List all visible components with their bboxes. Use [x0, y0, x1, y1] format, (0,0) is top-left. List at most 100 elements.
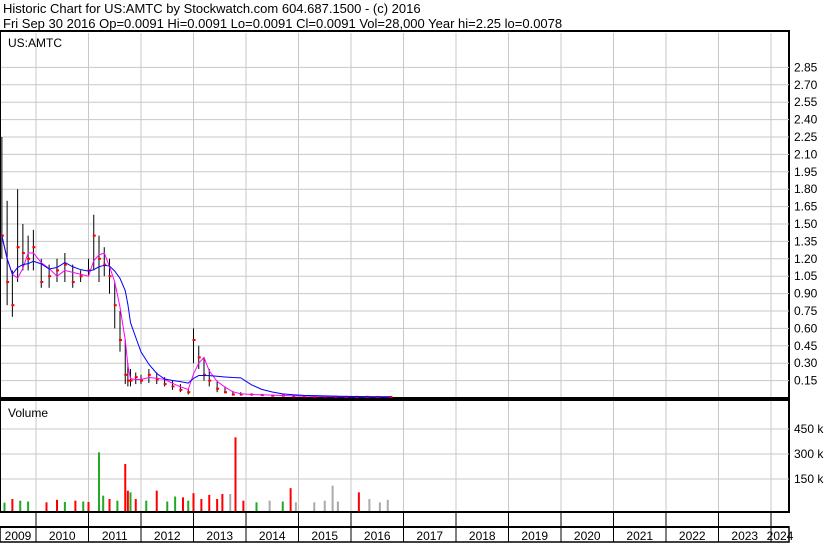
volume-bar: [323, 500, 326, 511]
volume-bar: [27, 501, 30, 511]
volume-bar: [192, 493, 195, 511]
volume-bar: [268, 500, 271, 511]
year-label: 2024: [767, 529, 794, 543]
price-tick-label: 0.90: [794, 287, 818, 301]
volume-panel: [0, 399, 790, 513]
close-mark: [147, 373, 151, 376]
close-mark: [98, 257, 101, 260]
volume-bar: [63, 502, 66, 511]
volume-bar: [98, 452, 100, 511]
year-label: 2022: [679, 529, 706, 543]
price-tick-label: 2.70: [794, 78, 818, 92]
volume-bar: [74, 500, 77, 511]
price-tick-label: 0.30: [794, 356, 818, 370]
volume-bar: [3, 502, 6, 511]
year-label: 2009: [5, 529, 32, 543]
volume-bar: [221, 494, 224, 511]
price-tick-label: 1.05: [794, 269, 818, 283]
volume-bar: [11, 499, 14, 511]
close-mark: [21, 252, 25, 254]
volume-bar: [19, 500, 22, 511]
volume-bar: [129, 492, 132, 511]
close-mark: [231, 393, 235, 396]
volume-bar: [281, 501, 284, 511]
volume-bar: [289, 488, 292, 511]
year-label: 2015: [311, 529, 338, 543]
close-mark: [16, 246, 20, 249]
close-mark: [134, 376, 138, 379]
close-mark: [71, 281, 75, 283]
price-tick-label: 2.25: [794, 130, 818, 144]
volume-bar: [108, 499, 111, 511]
close-mark: [92, 234, 96, 237]
close-mark: [171, 385, 175, 388]
volume-bar: [45, 502, 48, 511]
volume-bar: [82, 501, 85, 511]
close-mark: [79, 275, 83, 278]
volume-bar: [331, 485, 334, 511]
close-mark: [6, 281, 10, 283]
close-mark: [126, 379, 130, 382]
volume-tick-label: 450 k: [794, 422, 824, 436]
year-label: 2018: [469, 529, 496, 543]
volume-bar: [56, 499, 58, 511]
price-tick-label: 1.20: [794, 252, 818, 266]
volume-bar: [234, 437, 237, 511]
price-tick-label: 1.95: [794, 165, 818, 179]
price-tick-label: 0.60: [794, 321, 818, 335]
year-label: 2012: [154, 529, 181, 543]
close-mark: [216, 387, 220, 390]
year-label: 2021: [626, 529, 653, 543]
volume-bar: [134, 499, 137, 511]
close-mark: [11, 304, 15, 307]
volume-bar: [255, 502, 258, 511]
close-mark: [119, 339, 122, 341]
volume-bar: [208, 494, 211, 511]
volume-bar: [386, 499, 389, 511]
volume-bar: [294, 502, 297, 511]
close-mark: [113, 304, 117, 307]
close-mark: [27, 257, 31, 260]
close-mark: [129, 379, 133, 382]
volume-bar: [187, 500, 190, 511]
volume-bar: [357, 492, 360, 511]
price-tick-label: 0.75: [794, 304, 818, 318]
chart-canvas: 0.15 0.30 0.45 0.60 0.75 0.90 1.05 1.20 1.35 1.50…: [0, 30, 824, 543]
price-tick-label: 2.10: [794, 147, 818, 161]
price-tick-label: 2.40: [794, 113, 818, 127]
close-mark: [179, 388, 183, 391]
volume-bar: [126, 490, 129, 511]
volume-tick-label: 150 k: [794, 472, 824, 486]
close-mark: [63, 263, 67, 266]
volume-bar: [182, 497, 184, 511]
close-mark: [208, 379, 212, 382]
volume-tick-label: 300 k: [794, 447, 824, 461]
price-tick-label: 0.45: [794, 339, 818, 353]
year-label: 2010: [49, 529, 76, 543]
price-tick-label: 2.55: [794, 95, 818, 109]
close-mark: [124, 373, 128, 376]
close-mark: [187, 391, 191, 394]
price-tick-label: 1.35: [794, 234, 818, 248]
volume-bar: [166, 501, 169, 511]
volume-bar: [313, 502, 316, 511]
year-label: 2011: [102, 529, 128, 543]
volume-bar: [336, 501, 339, 511]
volume-bar: [216, 499, 219, 511]
year-label: 2017: [416, 529, 443, 543]
close-mark: [32, 246, 36, 249]
close-mark: [197, 356, 201, 359]
price-panel: [0, 30, 790, 399]
close-mark: [192, 339, 196, 341]
volume-bar: [368, 499, 371, 511]
volume-bar: [378, 502, 381, 511]
volume-bar: [116, 500, 119, 511]
price-tick-label: 2.85: [794, 60, 818, 74]
close-mark: [224, 391, 227, 394]
year-label: 2020: [574, 529, 601, 543]
volume-bar: [87, 502, 90, 511]
volume-bar: [124, 464, 127, 511]
chart-window: Historic Chart for US:AMTC by Stockwatch…: [0, 0, 830, 543]
volume-panel-title: Volume: [8, 406, 48, 420]
close-mark: [108, 275, 112, 278]
